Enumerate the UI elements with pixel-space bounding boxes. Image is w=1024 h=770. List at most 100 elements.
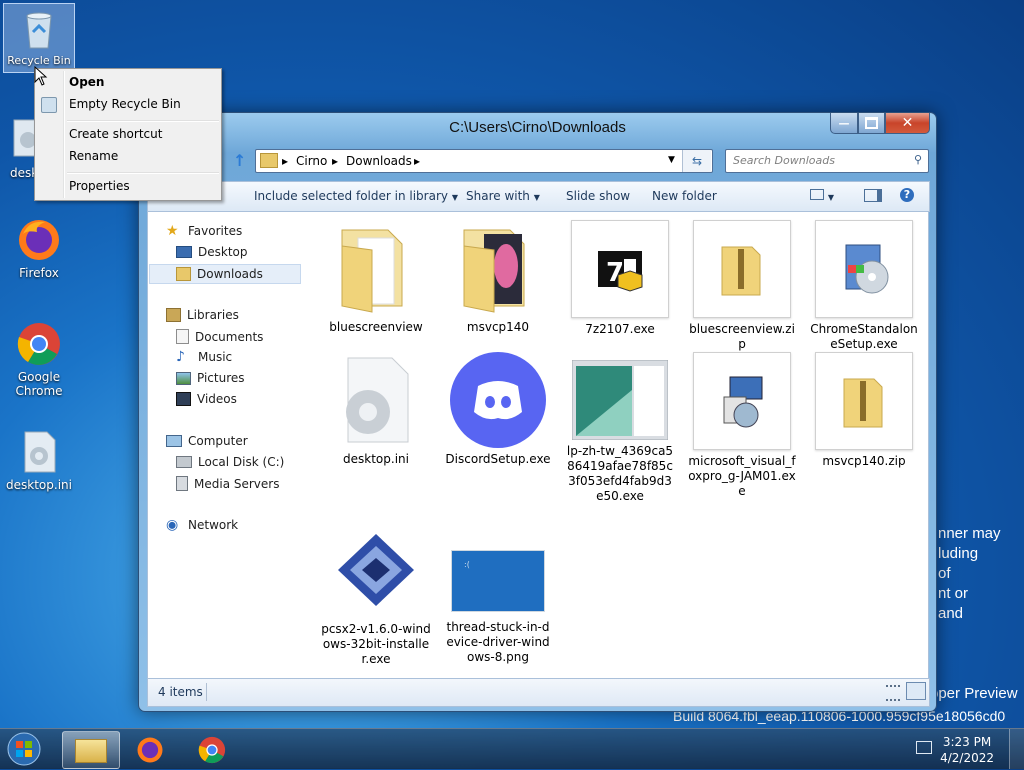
address-separator: ▸ <box>282 154 289 168</box>
address-bar[interactable]: ▸ Cirno ▸ Downloads ▸ ▼ ⇆ <box>255 149 713 173</box>
explorer-icon <box>75 739 107 763</box>
file-item[interactable]: desktop.ini <box>321 352 431 467</box>
refresh-button[interactable]: ⇆ <box>682 150 711 172</box>
nav-local-disk[interactable]: Local Disk (C:) <box>176 455 284 469</box>
large-icons-view-icon[interactable] <box>906 682 926 700</box>
nav-videos[interactable]: Videos <box>176 392 237 406</box>
menu-item-empty-recycle-bin[interactable]: Empty Recycle Bin <box>69 97 181 111</box>
file-item[interactable]: lp-zh-tw_4369ca586419afae78f85c3f053efd4… <box>565 352 675 504</box>
minimize-button[interactable]: — <box>830 113 858 134</box>
menu-item-create-shortcut[interactable]: Create shortcut <box>69 127 162 141</box>
file-item[interactable]: pcsx2-v1.6.0-windows-32bit-installer.exe <box>321 522 431 667</box>
change-view-button[interactable]: ▼ <box>810 189 834 203</box>
pictures-icon <box>176 371 191 385</box>
file-name: pcsx2-v1.6.0-windows-32bit-installer.exe <box>321 622 431 666</box>
help-icon: ? <box>900 188 914 202</box>
search-box[interactable]: Search Downloads ⚲ <box>725 149 929 173</box>
menu-separator <box>67 120 219 122</box>
nav-computer[interactable]: Computer <box>166 434 248 448</box>
nav-media-servers[interactable]: Media Servers <box>176 476 279 491</box>
taskbar-firefox-button[interactable] <box>122 731 178 767</box>
share-with-button[interactable]: Share with ▼ <box>466 189 540 203</box>
start-button[interactable] <box>4 731 46 767</box>
settings-file-icon <box>328 352 424 448</box>
menu-item-open[interactable]: Open <box>69 75 104 89</box>
file-item[interactable]: :( thread-stuck-in-device-driver-windows… <box>443 522 553 665</box>
status-bar: 4 items <box>147 678 930 707</box>
nav-label: Downloads <box>197 267 263 281</box>
nav-desktop[interactable]: Desktop <box>176 245 248 259</box>
zip-folder-icon <box>693 220 791 318</box>
desktop-icon-label: desktop.ini <box>6 478 72 492</box>
nav-pictures[interactable]: Pictures <box>176 371 245 385</box>
menu-item-properties[interactable]: Properties <box>69 179 130 193</box>
nav-music[interactable]: ♪ Music <box>176 350 232 364</box>
chevron-down-icon: ▼ <box>533 193 540 202</box>
clock-date: 4/2/2022 <box>940 751 994 765</box>
desktop-icon-desktop-ini[interactable]: desktop.ini <box>4 428 74 492</box>
address-segment-cirno[interactable]: Cirno <box>296 154 327 168</box>
up-arrow-button[interactable]: ↑ <box>233 151 251 170</box>
file-item[interactable]: bluescreenview.zip <box>687 220 797 352</box>
close-button[interactable]: ✕ <box>885 113 930 134</box>
refresh-icon: ⇆ <box>691 154 703 168</box>
minimize-icon: — <box>838 116 850 130</box>
file-name: thread-stuck-in-device-driver-windows-8.… <box>446 620 550 664</box>
show-desktop-button[interactable] <box>1009 729 1024 769</box>
network-tray-icon[interactable] <box>916 741 932 754</box>
desktop-icon-firefox[interactable]: Firefox <box>4 216 74 280</box>
file-item[interactable]: DiscordSetup.exe <box>443 352 553 467</box>
address-separator: ▸ <box>332 154 339 168</box>
slide-show-button[interactable]: Slide show <box>566 189 630 203</box>
file-item[interactable]: ChromeStandaloneSetup.exe <box>809 220 919 352</box>
file-name: bluescreenview <box>329 320 423 334</box>
help-button[interactable]: ? <box>900 187 914 202</box>
desktop-icon-chrome[interactable]: Google Chrome <box>4 320 74 398</box>
mouse-cursor-icon <box>34 66 48 86</box>
nav-label: Videos <box>197 392 237 406</box>
address-dropdown-icon[interactable]: ▼ <box>668 155 675 165</box>
system-clock[interactable]: 3:23 PM 4/2/2022 <box>940 734 994 766</box>
address-segment-downloads[interactable]: Downloads <box>346 154 412 168</box>
recycle-bin-icon <box>15 4 63 52</box>
nav-documents[interactable]: Documents <box>176 329 263 344</box>
desktop-icon-label: Firefox <box>19 266 59 280</box>
file-name: msvcp140 <box>466 320 530 334</box>
media-server-icon <box>176 476 188 491</box>
desktop-icon-recycle-bin[interactable]: Recycle Bin <box>3 3 75 73</box>
watermark-line: luding <box>938 545 979 562</box>
preview-pane-button[interactable] <box>864 189 882 205</box>
close-icon: ✕ <box>901 115 914 131</box>
star-icon: ★ <box>166 223 179 239</box>
file-item[interactable]: bluescreenview <box>321 220 431 335</box>
nav-label: Desktop <box>198 245 248 259</box>
file-item[interactable]: 7 7z2107.exe <box>565 220 675 337</box>
exe-icon <box>571 359 669 441</box>
file-item[interactable]: msvcp140 <box>443 220 553 335</box>
nav-network[interactable]: ◉ Network <box>166 518 238 532</box>
nav-downloads[interactable]: Downloads <box>149 264 301 284</box>
include-in-library-button[interactable]: Include selected folder in library ▼ <box>254 189 458 203</box>
hard-drive-icon <box>176 456 192 468</box>
details-view-icon[interactable] <box>886 685 900 701</box>
menu-gutter <box>63 71 65 198</box>
file-name: 7z2107.exe <box>585 322 655 336</box>
nav-favorites[interactable]: ★ Favorites <box>166 224 242 238</box>
nav-libraries[interactable]: Libraries <box>166 308 239 322</box>
file-item[interactable]: microsoft_visual_foxpro_g-JAM01.exe <box>687 352 797 499</box>
taskbar-explorer-button[interactable] <box>62 731 120 769</box>
chevron-down-icon: ▼ <box>451 193 458 202</box>
videos-icon <box>176 392 191 406</box>
up-arrow-icon: ↑ <box>233 151 247 170</box>
maximize-button[interactable] <box>858 113 885 134</box>
nav-label: Network <box>188 518 239 532</box>
firefox-icon <box>15 216 63 264</box>
taskbar-chrome-button[interactable] <box>184 731 240 767</box>
file-item[interactable]: msvcp140.zip <box>809 352 919 469</box>
nav-label: Media Servers <box>194 476 280 491</box>
menu-item-rename[interactable]: Rename <box>69 149 118 163</box>
nav-label: Computer <box>188 434 248 448</box>
new-folder-button[interactable]: New folder <box>652 189 717 203</box>
watermark-line: nner may <box>938 525 1001 542</box>
clock-time: 3:23 PM <box>942 735 992 749</box>
